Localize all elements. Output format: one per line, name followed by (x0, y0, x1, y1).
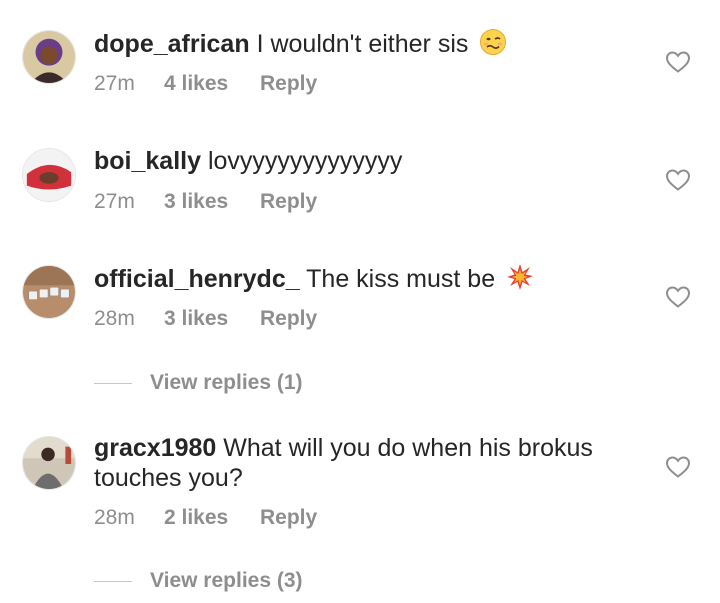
comment-message: The kiss must be (306, 265, 496, 293)
view-replies-button[interactable]: View replies (1) (94, 370, 303, 396)
reply-button[interactable]: Reply (260, 306, 317, 332)
comment-time: 27m (94, 190, 135, 213)
comment-username[interactable]: gracx1980 (94, 434, 216, 462)
view-replies-button[interactable]: View replies (3) (94, 568, 303, 594)
comment-meta: 27m 3 likes Reply (94, 189, 317, 215)
heart-outline-icon[interactable] (665, 455, 691, 479)
comment-meta: 27m 4 likes Reply (94, 71, 317, 97)
avatar[interactable] (22, 148, 76, 202)
avatar[interactable] (22, 436, 76, 490)
woozy-face-emoji (479, 28, 507, 56)
heart-outline-icon[interactable] (665, 168, 691, 192)
comment-text: official_henrydc_ The kiss must be (94, 263, 634, 294)
comment-likes[interactable]: 3 likes (164, 189, 260, 215)
reply-button[interactable]: Reply (260, 505, 317, 531)
heart-outline-icon[interactable] (665, 50, 691, 74)
view-replies-label: View replies (3) (150, 569, 303, 592)
view-replies-divider (94, 382, 132, 384)
avatar[interactable] (22, 30, 76, 84)
heart-outline-icon[interactable] (665, 285, 691, 309)
avatar[interactable] (22, 265, 76, 319)
comment-meta: 28m 2 likes Reply (94, 505, 317, 531)
comment-text: dope_african I wouldn't either sis (94, 28, 634, 59)
comment-likes[interactable]: 3 likes (164, 306, 260, 332)
comment-likes[interactable]: 2 likes (164, 505, 260, 531)
comment-username[interactable]: official_henrydc_ (94, 265, 300, 293)
comment-time: 27m (94, 72, 135, 95)
reply-button[interactable]: Reply (260, 71, 317, 97)
comment-message: I wouldn't either sis (256, 30, 469, 58)
comment-text: boi_kally lovyyyyyyyyyyyyy (94, 146, 634, 176)
comment-time: 28m (94, 307, 135, 330)
comment-message: lovyyyyyyyyyyyyy (207, 147, 403, 175)
view-replies-divider (94, 580, 132, 582)
comment-likes[interactable]: 4 likes (164, 71, 260, 97)
comment-text: gracx1980 What will you do when his brok… (94, 433, 634, 493)
collision-emoji (506, 263, 534, 291)
comment-username[interactable]: dope_african (94, 30, 250, 58)
comment-time: 28m (94, 506, 135, 529)
comment-username[interactable]: boi_kally (94, 147, 201, 175)
view-replies-label: View replies (1) (150, 371, 303, 394)
comment-meta: 28m 3 likes Reply (94, 306, 317, 332)
reply-button[interactable]: Reply (260, 189, 317, 215)
